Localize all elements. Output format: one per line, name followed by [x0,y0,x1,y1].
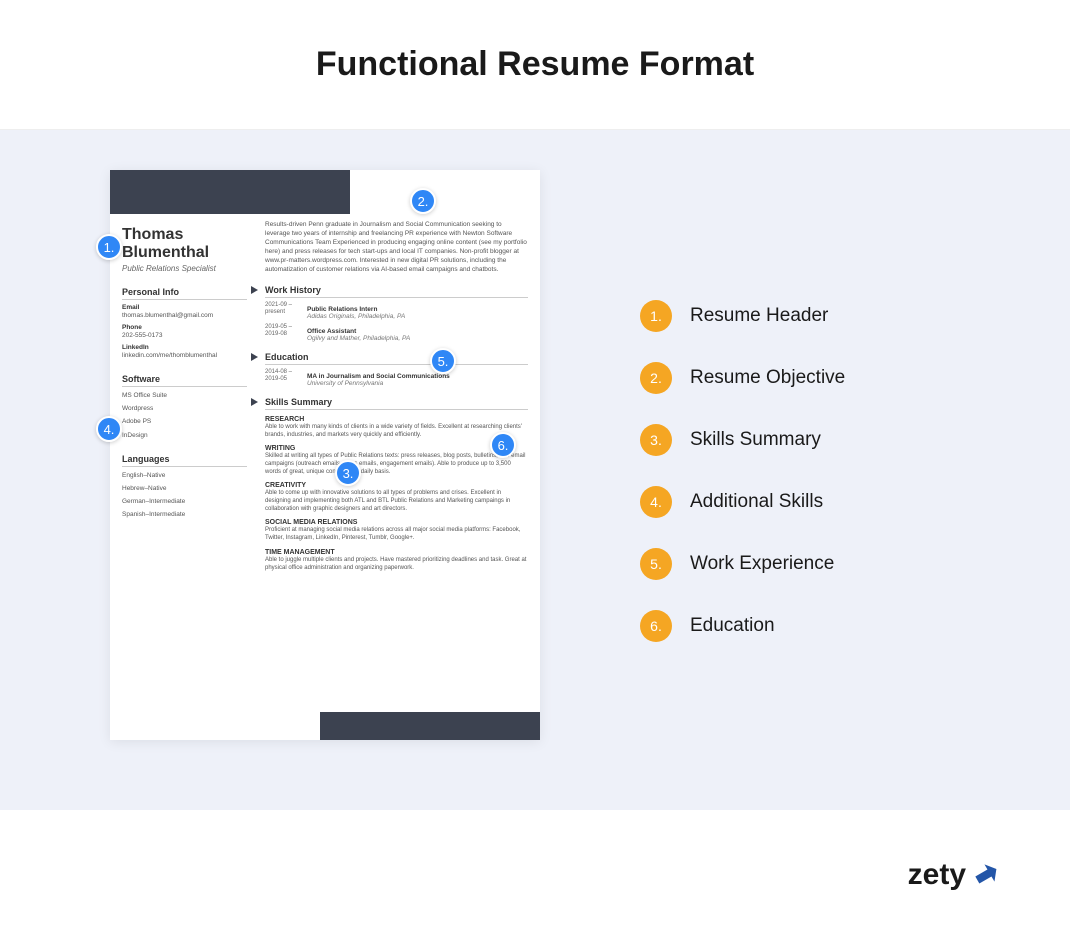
footer: zety [0,820,1070,930]
skill-name: SOCIAL MEDIA RELATIONS [265,519,528,526]
language-item: Hebrew–Native [122,484,247,493]
work-dates: 2019-05 – 2019-08 [265,324,301,342]
software-heading: Software [122,374,247,387]
resume-left-column: Thomas Blumenthal Public Relations Speci… [122,220,257,706]
main-content: Thomas Blumenthal Public Relations Speci… [0,130,1070,810]
brand-text: zety [908,858,966,892]
languages-heading: Languages [122,454,247,467]
resume-top-bar [110,170,350,214]
skill-desc: Able to juggle multiple clients and proj… [265,556,528,572]
work-history-heading: Work History [265,285,528,298]
skill-name: TIME MANAGEMENT [265,549,528,556]
legend-label: Additional Skills [690,491,823,513]
skill-name: RESEARCH [265,416,528,423]
page-title: Functional Resume Format [316,45,754,84]
language-item: English–Native [122,471,247,480]
skill-desc: Skilled at writing all types of Public R… [265,452,528,476]
callout-marker: 3. [335,460,361,486]
legend-item: 1. Resume Header [640,300,845,332]
software-item: Wordpress [122,404,247,413]
brand-logo: zety [908,858,1000,892]
resume-name: Thomas Blumenthal [122,226,247,262]
edu-dates: 2014-08 – 2019-05 [265,369,301,387]
legend-label: Resume Objective [690,367,845,389]
edu-org: University of Pennsylvania [307,380,528,387]
legend: 1. Resume Header 2. Resume Objective 3. Skill… [640,170,845,770]
work-org: Adidas Originals, Philadelphia, PA [307,313,528,320]
skill-desc: Able to work with many kinds of clients … [265,423,528,439]
phone-value: 202-555-0173 [122,331,247,340]
education-list: 2014-08 – 2019-05 MA in Journalism and So… [265,369,528,387]
phone-label: Phone [122,324,247,331]
legend-item: 6. Education [640,610,845,642]
legend-label: Education [690,615,775,637]
legend-number: 1. [640,300,672,332]
legend-label: Resume Header [690,305,828,327]
edu-title: MA in Journalism and Social Communicatio… [307,373,528,380]
legend-number: 3. [640,424,672,456]
resume-preview-wrap: Thomas Blumenthal Public Relations Speci… [110,170,540,770]
legend-label: Skills Summary [690,429,821,451]
brand-arrow-icon [972,861,1000,889]
language-item: Spanish–Intermediate [122,510,247,519]
work-title: Public Relations Intern [307,306,528,313]
education-item: 2014-08 – 2019-05 MA in Journalism and So… [265,369,528,387]
languages-list: English–Native Hebrew–Native German–Interm… [122,471,247,519]
software-list: MS Office Suite Wordpress Adobe PS InDesign [122,391,247,439]
legend-item: 5. Work Experience [640,548,845,580]
legend-label: Work Experience [690,553,834,575]
linkedin-value: linkedin.com/me/thomblumenthal [122,351,247,360]
page-header: Functional Resume Format [0,0,1070,130]
resume-bottom-bar [320,712,540,740]
software-item: Adobe PS [122,417,247,426]
resume-preview: Thomas Blumenthal Public Relations Speci… [110,170,540,740]
software-item: MS Office Suite [122,391,247,400]
callout-marker: 4. [96,416,122,442]
work-item: 2021-09 – present Public Relations Intern… [265,302,528,320]
skill-desc: Proficient at managing social media rela… [265,526,528,542]
legend-item: 4. Additional Skills [640,486,845,518]
resume-objective: Results-driven Penn graduate in Journali… [265,220,528,275]
legend-item: 3. Skills Summary [640,424,845,456]
legend-number: 2. [640,362,672,394]
skill-desc: Able to come up with innovative solution… [265,489,528,513]
legend-number: 6. [640,610,672,642]
resume-body: Thomas Blumenthal Public Relations Speci… [110,170,540,740]
skill-name: CREATIVITY [265,482,528,489]
email-label: Email [122,304,247,311]
work-history-list: 2021-09 – present Public Relations Intern… [265,302,528,342]
legend-number: 5. [640,548,672,580]
linkedin-label: LinkedIn [122,344,247,351]
skills-summary-list: RESEARCHAble to work with many kinds of … [265,416,528,572]
language-item: German–Intermediate [122,497,247,506]
email-value: thomas.blumenthal@gmail.com [122,311,247,320]
work-dates: 2021-09 – present [265,302,301,320]
skills-summary-heading: Skills Summary [265,397,528,410]
resume-role: Public Relations Specialist [122,264,247,273]
callout-marker: 2. [410,188,436,214]
work-org: Ogilvy and Mather, Philadelphia, PA [307,335,528,342]
work-item: 2019-05 – 2019-08 Office AssistantOgilvy … [265,324,528,342]
software-item: InDesign [122,431,247,440]
legend-number: 4. [640,486,672,518]
resume-right-column: Results-driven Penn graduate in Journali… [257,220,528,706]
skill-name: WRITING [265,445,528,452]
callout-marker: 1. [96,234,122,260]
work-title: Office Assistant [307,328,528,335]
callout-marker: 5. [430,348,456,374]
callout-marker: 6. [490,432,516,458]
legend-item: 2. Resume Objective [640,362,845,394]
personal-info-heading: Personal Info [122,287,247,300]
education-heading: Education [265,352,528,365]
